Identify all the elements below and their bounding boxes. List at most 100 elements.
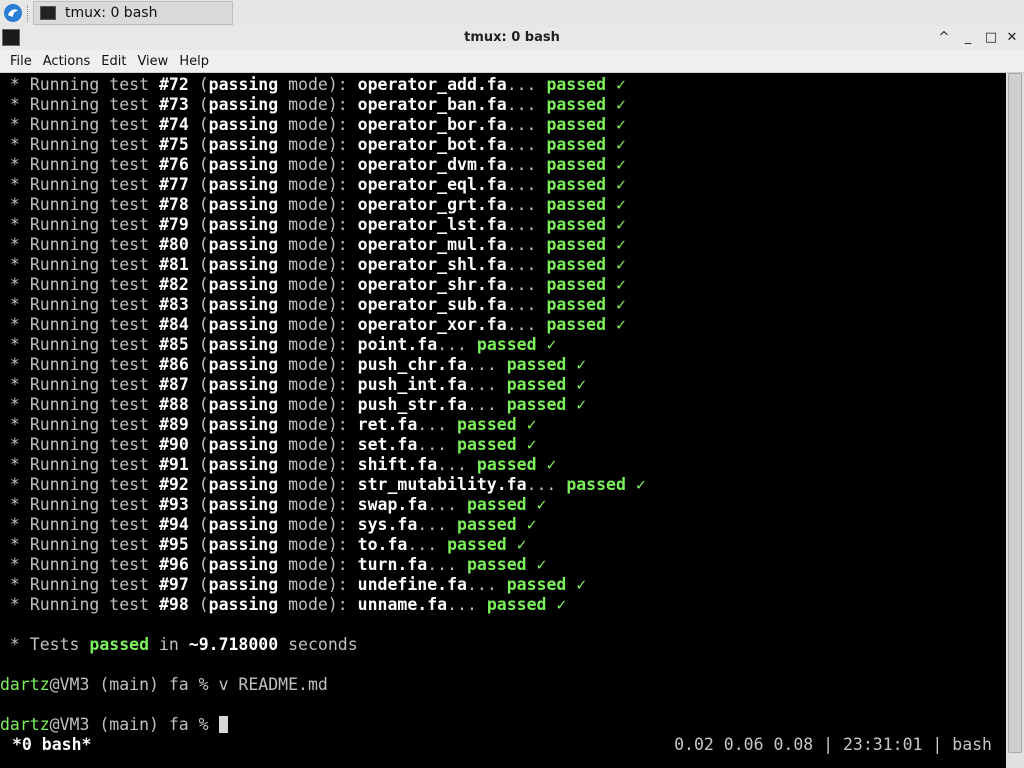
line-bullet: *	[0, 255, 30, 274]
ellipsis: ...	[466, 395, 507, 414]
mode-rest: mode):	[278, 475, 358, 494]
test-result-line: * Running test #93 (passing mode): swap.…	[0, 495, 547, 515]
check-icon: ✓	[606, 175, 626, 194]
test-file: operator_bot.fa	[357, 135, 507, 154]
test-number: #77	[158, 175, 189, 194]
running-label: Running test	[29, 315, 159, 334]
line-bullet: *	[0, 275, 30, 294]
check-icon: ✓	[566, 395, 587, 414]
terminal-output[interactable]: * Running test #72 (passing mode): opera…	[0, 73, 1006, 768]
mode-word: passing	[208, 455, 279, 474]
mode-word: passing	[208, 255, 279, 274]
test-file: push_int.fa	[357, 375, 467, 394]
menu-edit[interactable]: Edit	[96, 54, 132, 69]
ellipsis: ...	[466, 375, 507, 394]
window-titlebar[interactable]: tmux: 0 bash ^ _ □ ✕	[0, 27, 1024, 50]
test-file: operator_shr.fa	[357, 275, 507, 294]
line-bullet: *	[0, 175, 30, 194]
passed-label: passed	[506, 575, 567, 594]
test-result-line: * Running test #88 (passing mode): push_…	[0, 395, 586, 415]
ellipsis: ...	[526, 475, 567, 494]
test-result-line: * Running test #83 (passing mode): opera…	[0, 295, 626, 315]
test-file: operator_eql.fa	[357, 175, 507, 194]
mode-word: passing	[208, 75, 279, 94]
ellipsis: ...	[417, 435, 458, 454]
ellipsis: ...	[466, 575, 507, 594]
prompt-command: v README.md	[218, 675, 328, 694]
test-result-line: * Running test #98 (passing mode): unnam…	[0, 595, 566, 615]
passed-label: passed	[546, 215, 607, 234]
mode-open: (	[188, 435, 209, 454]
line-bullet: *	[0, 515, 30, 534]
running-label: Running test	[29, 335, 159, 354]
test-file: turn.fa	[357, 555, 428, 574]
running-label: Running test	[29, 75, 159, 94]
menu-view[interactable]: View	[132, 54, 174, 69]
mode-rest: mode):	[278, 515, 358, 534]
test-file: operator_add.fa	[357, 75, 507, 94]
mode-rest: mode):	[278, 175, 358, 194]
taskbar-window-button[interactable]: tmux: 0 bash	[33, 1, 233, 25]
ellipsis: ...	[506, 295, 547, 314]
test-file: unname.fa	[357, 595, 448, 614]
line-bullet: *	[0, 535, 30, 554]
line-bullet: *	[0, 335, 30, 354]
running-label: Running test	[29, 115, 159, 134]
close-icon[interactable]: ✕	[1003, 29, 1021, 47]
mode-word: passing	[208, 295, 279, 314]
ellipsis: ...	[506, 175, 547, 194]
menu-help[interactable]: Help	[174, 54, 215, 69]
test-result-line: * Running test #96 (passing mode): turn.…	[0, 555, 547, 575]
mode-rest: mode):	[278, 95, 358, 114]
test-number: #87	[158, 375, 189, 394]
window-title: tmux: 0 bash	[464, 30, 560, 45]
test-file: push_chr.fa	[357, 355, 467, 374]
maximize-icon[interactable]: ^	[935, 29, 953, 47]
mode-open: (	[188, 475, 209, 494]
line-bullet: *	[0, 155, 30, 174]
mode-word: passing	[208, 475, 279, 494]
summary-prefix: * Tests	[0, 635, 90, 654]
summary-passed: passed	[89, 635, 150, 654]
mode-rest: mode):	[278, 295, 358, 314]
taskbar: tmux: 0 bash	[0, 0, 1024, 28]
passed-label: passed	[546, 155, 607, 174]
test-file: operator_mul.fa	[357, 235, 507, 254]
line-bullet: *	[0, 475, 30, 494]
check-icon: ✓	[526, 495, 547, 514]
mode-rest: mode):	[278, 275, 358, 294]
line-bullet: *	[0, 455, 30, 474]
menu-actions[interactable]: Actions	[38, 54, 97, 69]
test-number: #79	[158, 215, 189, 234]
test-result-line: * Running test #89 (passing mode): ret.f…	[0, 415, 537, 435]
test-file: shift.fa	[357, 455, 438, 474]
mode-word: passing	[208, 535, 279, 554]
passed-label: passed	[546, 235, 607, 254]
running-label: Running test	[29, 395, 159, 414]
running-label: Running test	[29, 455, 159, 474]
menu-file[interactable]: File	[5, 54, 38, 69]
test-result-line: * Running test #85 (passing mode): point…	[0, 335, 556, 355]
minimize-icon[interactable]: _	[959, 29, 977, 47]
check-icon: ✓	[606, 275, 626, 294]
running-label: Running test	[29, 175, 159, 194]
test-result-line: * Running test #95 (passing mode): to.fa…	[0, 535, 527, 555]
passed-label: passed	[546, 195, 607, 214]
check-icon: ✓	[606, 95, 626, 114]
restore-icon[interactable]: □	[982, 29, 1000, 47]
mode-word: passing	[208, 235, 279, 254]
test-result-line: * Running test #91 (passing mode): shift…	[0, 455, 556, 475]
start-menu-icon[interactable]	[3, 3, 23, 23]
mode-word: passing	[208, 495, 279, 514]
tmux-window-list[interactable]: *0 bash*	[12, 735, 91, 755]
test-result-line: * Running test #90 (passing mode): set.f…	[0, 435, 537, 455]
scrollbar-thumb[interactable]	[1008, 73, 1022, 753]
mode-word: passing	[208, 515, 279, 534]
test-file: to.fa	[357, 535, 408, 554]
check-icon: ✓	[566, 375, 587, 394]
scrollbar[interactable]	[1006, 73, 1024, 768]
mode-open: (	[188, 155, 209, 174]
check-icon: ✓	[606, 195, 626, 214]
ellipsis: ...	[506, 215, 547, 234]
test-file: swap.fa	[357, 495, 428, 514]
